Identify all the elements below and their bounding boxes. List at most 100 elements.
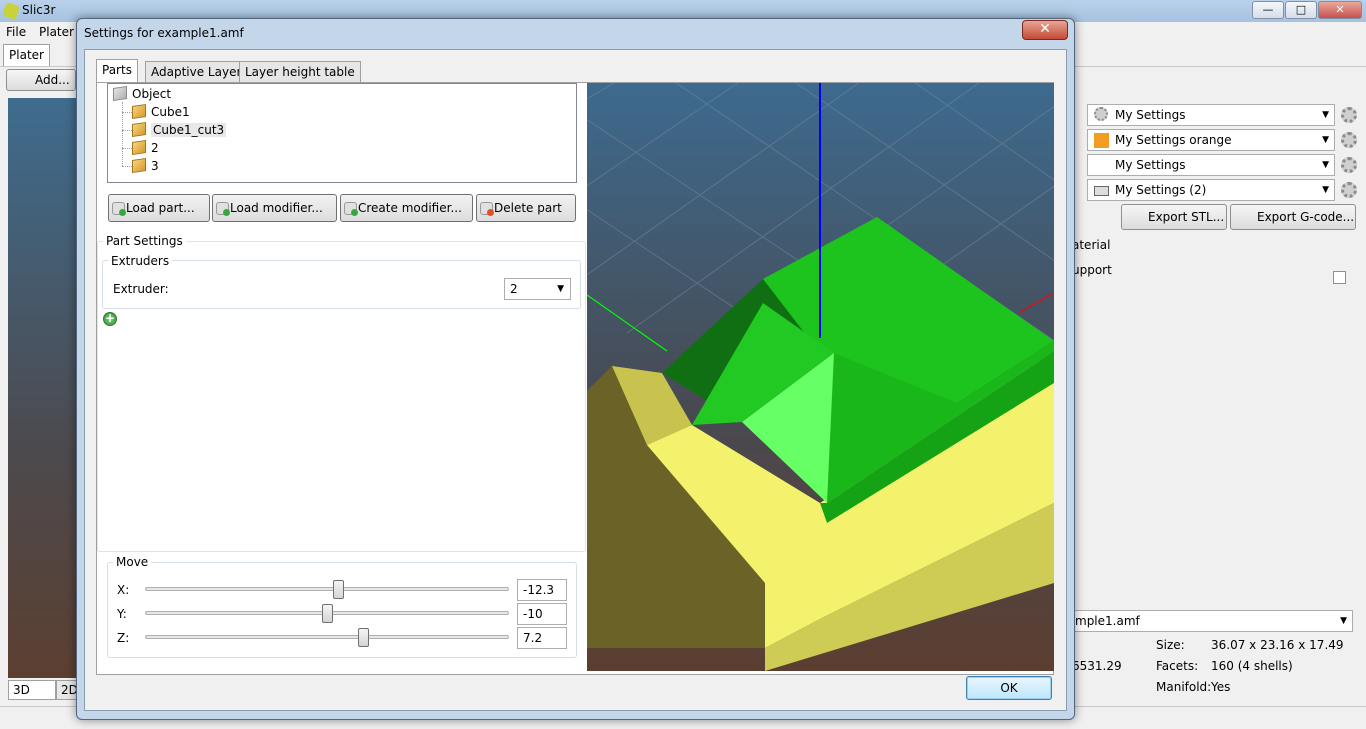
load-part-icon bbox=[112, 202, 126, 216]
dialog-title: Settings for example1.amf bbox=[84, 26, 244, 40]
move-x-label: X: bbox=[117, 583, 130, 597]
tree-item-object[interactable]: Object bbox=[113, 85, 171, 103]
menu-plater[interactable]: Plater bbox=[39, 25, 74, 39]
dialog-close-button[interactable]: ✕ bbox=[1022, 20, 1068, 40]
export-stl-label: Export STL... bbox=[1148, 210, 1225, 224]
tree-item-label: Cube1_cut3 bbox=[151, 123, 227, 137]
extruder-select[interactable]: 2 ▼ bbox=[504, 278, 571, 300]
viewport-canvas bbox=[587, 83, 1054, 671]
printer-preset-combo[interactable]: My Settings (2) ▼ bbox=[1087, 179, 1335, 201]
print-preset-combo[interactable]: My Settings ▼ bbox=[1087, 104, 1335, 126]
close-icon: ✕ bbox=[1039, 21, 1051, 37]
printer-preset-label: My Settings (2) bbox=[1115, 183, 1207, 197]
move-y-value: -10 bbox=[523, 607, 543, 621]
load-part-label: Load part... bbox=[126, 201, 195, 215]
manifold-value: Yes bbox=[1211, 680, 1231, 694]
window-controls: — □ ✕ bbox=[1252, 1, 1362, 19]
support-checkbox[interactable] bbox=[1333, 271, 1346, 284]
slic3r-logo-icon bbox=[2, 2, 20, 20]
load-modifier-label: Load modifier... bbox=[230, 201, 323, 215]
extruders-group-title: Extruders bbox=[108, 254, 173, 268]
move-group bbox=[107, 562, 577, 658]
tree-connector bbox=[122, 148, 132, 149]
export-gcode-label: Export G-code... bbox=[1257, 210, 1355, 224]
move-z-slider[interactable] bbox=[358, 628, 370, 647]
tree-item-label: 3 bbox=[151, 159, 159, 173]
facets-value: 160 (4 shells) bbox=[1211, 659, 1293, 673]
move-x-input[interactable]: -12.3 bbox=[517, 579, 567, 601]
move-x-track bbox=[145, 587, 509, 591]
size-label: Size: bbox=[1156, 638, 1185, 652]
support-label: upport bbox=[1072, 263, 1112, 277]
move-x-slider[interactable] bbox=[332, 580, 344, 599]
move-z-track bbox=[145, 635, 509, 639]
object-select-combo[interactable]: mple1.amf ▼ bbox=[1068, 610, 1353, 632]
chevron-down-icon: ▼ bbox=[1322, 185, 1329, 195]
printer-preset-gear-icon[interactable] bbox=[1341, 182, 1357, 198]
delete-part-button[interactable]: Delete part bbox=[476, 194, 576, 222]
tree-item-3[interactable]: 3 bbox=[132, 157, 159, 175]
extra-preset-label: My Settings bbox=[1115, 158, 1186, 172]
object-select-label: mple1.amf bbox=[1075, 614, 1140, 628]
tab-3d[interactable]: 3D bbox=[8, 680, 56, 700]
tab-adaptive-layers[interactable]: Adaptive Layers bbox=[145, 61, 254, 83]
tree-item-label: Cube1 bbox=[151, 105, 190, 119]
main-window-title: Slic3r bbox=[22, 3, 56, 17]
move-z-value: 7.2 bbox=[523, 631, 543, 645]
maximize-button[interactable]: □ bbox=[1285, 1, 1317, 19]
extra-preset-gear-icon[interactable] bbox=[1341, 157, 1357, 173]
size-value: 36.07 x 23.16 x 17.49 bbox=[1211, 638, 1344, 652]
create-modifier-label: Create modifier... bbox=[358, 201, 462, 215]
chevron-down-icon: ▼ bbox=[1322, 160, 1329, 170]
print-preset-label: My Settings bbox=[1115, 108, 1186, 122]
add-button-label: Add... bbox=[35, 73, 70, 87]
part-cube-icon bbox=[132, 140, 146, 155]
parts-tree[interactable]: Object Cube1 Cube1_cut3 2 3 bbox=[107, 83, 577, 183]
move-y-label: Y: bbox=[117, 607, 127, 621]
menu-file[interactable]: File bbox=[6, 25, 26, 39]
move-y-slider[interactable] bbox=[322, 604, 333, 623]
load-part-button[interactable]: Load part... bbox=[108, 194, 210, 222]
facets-label: Facets: bbox=[1156, 659, 1199, 673]
move-x-value: -12.3 bbox=[523, 583, 555, 597]
chevron-down-icon: ▼ bbox=[1322, 110, 1329, 120]
tree-item-2[interactable]: 2 bbox=[132, 139, 159, 157]
add-button[interactable]: Add... bbox=[6, 69, 76, 91]
tree-item-label: Object bbox=[132, 87, 172, 101]
load-modifier-button[interactable]: Load modifier... bbox=[212, 194, 337, 222]
manifold-label: Manifold: bbox=[1156, 680, 1212, 694]
create-modifier-button[interactable]: Create modifier... bbox=[340, 194, 473, 222]
chevron-down-icon: ▼ bbox=[1340, 616, 1347, 626]
part-cube-icon bbox=[132, 104, 146, 119]
filament-preset-label: My Settings orange bbox=[1115, 133, 1232, 147]
printer-icon bbox=[1094, 186, 1109, 196]
volume-value: 6531.29 bbox=[1072, 659, 1122, 673]
filament-preset-gear-icon[interactable] bbox=[1341, 132, 1357, 148]
tree-item-cube1-cut3[interactable]: Cube1_cut3 bbox=[132, 121, 227, 139]
tab-parts[interactable]: Parts bbox=[96, 59, 138, 83]
move-z-label: Z: bbox=[117, 631, 130, 645]
move-group-title: Move bbox=[113, 555, 152, 569]
close-button[interactable]: ✕ bbox=[1318, 1, 1362, 19]
delete-part-icon bbox=[480, 202, 494, 216]
tab-plater[interactable]: Plater bbox=[3, 44, 50, 66]
ok-button[interactable]: OK bbox=[966, 676, 1052, 700]
filament-preset-combo[interactable]: My Settings orange ▼ bbox=[1087, 129, 1335, 151]
export-gcode-button[interactable]: Export G-code... bbox=[1230, 204, 1356, 230]
color-swatch-icon bbox=[1094, 133, 1109, 148]
move-y-input[interactable]: -10 bbox=[517, 603, 567, 625]
tree-connector bbox=[122, 130, 132, 131]
add-setting-icon[interactable]: + bbox=[103, 312, 117, 326]
part-cube-icon bbox=[132, 122, 146, 137]
chevron-down-icon: ▼ bbox=[1322, 135, 1329, 145]
extra-preset-combo[interactable]: My Settings ▼ bbox=[1087, 154, 1335, 176]
minimize-button[interactable]: — bbox=[1252, 1, 1284, 19]
print-preset-gear-icon[interactable] bbox=[1341, 107, 1357, 123]
tree-item-cube1[interactable]: Cube1 bbox=[132, 103, 190, 121]
main-3d-canvas[interactable] bbox=[8, 98, 78, 678]
part-3d-viewport[interactable] bbox=[587, 83, 1054, 671]
load-modifier-icon bbox=[216, 202, 230, 216]
export-stl-button[interactable]: Export STL... bbox=[1121, 204, 1227, 230]
move-z-input[interactable]: 7.2 bbox=[517, 627, 567, 649]
tab-layer-height-table[interactable]: Layer height table bbox=[239, 61, 361, 83]
